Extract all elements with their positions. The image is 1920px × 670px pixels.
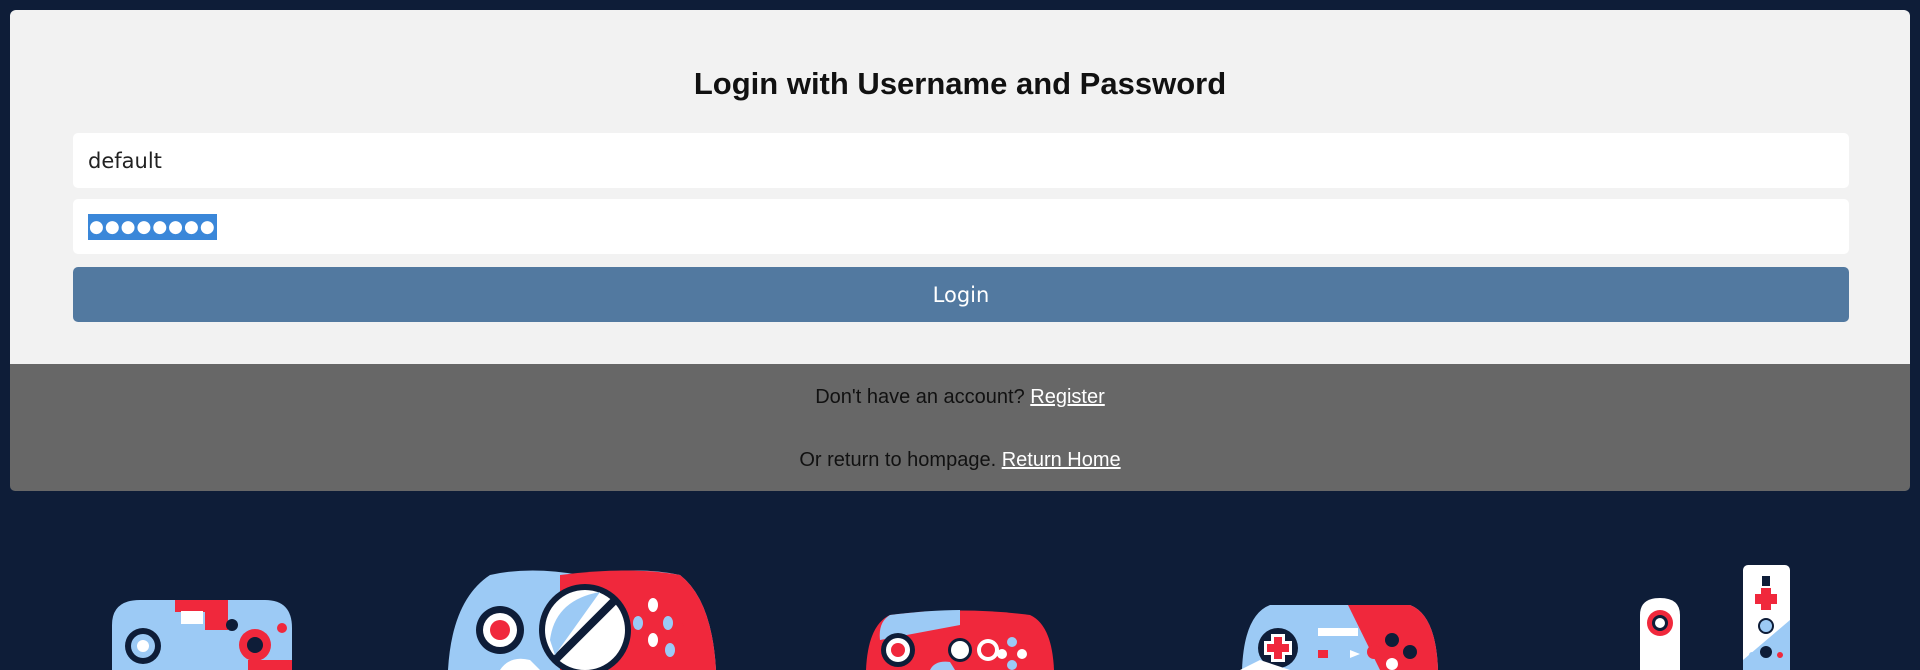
register-link[interactable]: Register [1030,386,1104,408]
controllers-illustration [112,565,1790,670]
username-value: default [88,148,162,173]
login-button[interactable]: Login [73,267,1849,322]
home-line: Or return to hompage. Return Home [10,449,1910,472]
password-value: ●●●●●●●● [88,213,217,240]
xbox-controller-icon [448,570,716,670]
username-input[interactable]: default [73,133,1849,188]
wii-remote-icon [1640,565,1790,670]
register-prompt: Don't have an account? [815,386,1025,408]
home-prompt: Or return to hompage. [799,449,997,471]
ps-controller-icon [1240,605,1438,670]
return-home-link[interactable]: Return Home [1002,449,1121,471]
page-title: Login with Username and Password [693,66,1227,101]
account-links: Don't have an account? Register Or retur… [10,364,1910,491]
login-card: Login with Username and Password default… [10,10,1910,364]
password-input[interactable]: ●●●●●●●● [73,199,1849,254]
register-line: Don't have an account? Register [10,386,1910,409]
gamecube-controller-icon [112,600,292,670]
xbox360-controller-icon [866,610,1054,670]
